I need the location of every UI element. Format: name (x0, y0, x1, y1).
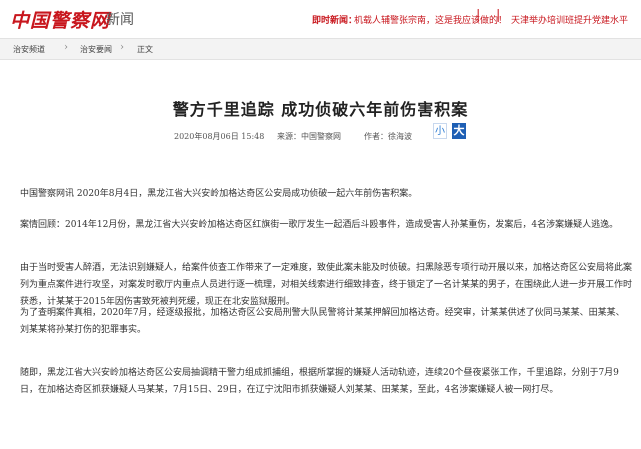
article-author: 作者：徐海波 (364, 132, 412, 141)
ticker-separator: | (496, 8, 501, 23)
article-paragraph: 中国警察网讯 2020年8月4日，黑龙江省大兴安岭加格达奇区公安局成功侦破一起六… (20, 189, 418, 199)
section-title: 新闻 (106, 12, 134, 28)
breaking-news-link[interactable]: 天津举办培训班提升党建水平 (511, 13, 628, 26)
article-paragraph: 由于当时受害人醉酒，无法识别嫌疑人，给案件侦查工作带来了一定难度，致使此案未能及… (20, 263, 633, 307)
breadcrumb-item-news[interactable]: 治安要闻 (80, 44, 112, 55)
breadcrumb-item-channel[interactable]: 治安频道 (13, 44, 45, 55)
article-paragraph: 随即，黑龙江省大兴安岭加格达奇区公安局抽调精干警力组成抓捕组，根据所掌握的嫌疑人… (20, 368, 619, 395)
breaking-news-label: 即时新闻： (312, 16, 358, 26)
article-source: 来源：中国警察网 (277, 132, 341, 141)
breadcrumb-separator: › (120, 42, 124, 53)
article-title: 警方千里追踪 成功侦破六年前伤害积案 (172, 100, 469, 119)
breadcrumb: 治安频道 › 治安要闻 › 正文 (0, 38, 641, 60)
article-paragraph: 案情回顾：2014年12月份，黑龙江省大兴安岭加格达奇区红旗街一歌厅发生一起酒后… (20, 220, 619, 230)
font-size-small-button[interactable]: 小 (433, 123, 447, 139)
top-header: 中国警察网 新闻 即时新闻： 机载人辅警张宗南，这是我应该做的！ | | 天津举… (0, 0, 641, 36)
breadcrumb-separator: › (64, 42, 68, 53)
breadcrumb-item-current: 正文 (137, 45, 153, 54)
site-logo[interactable]: 中国警察网 (10, 6, 110, 33)
ticker-separator: | (476, 8, 481, 23)
article-paragraph: 为了查明案件真相，2020年7月，经逐级报批，加格达奇区公安局刑警大队民警将计某… (20, 308, 625, 335)
article-date: 2020年08月06日 15:48 (174, 132, 265, 141)
font-size-large-button[interactable]: 大 (452, 123, 466, 139)
breaking-news-link[interactable]: 机载人辅警张宗南，这是我应该做的！ (354, 13, 507, 26)
